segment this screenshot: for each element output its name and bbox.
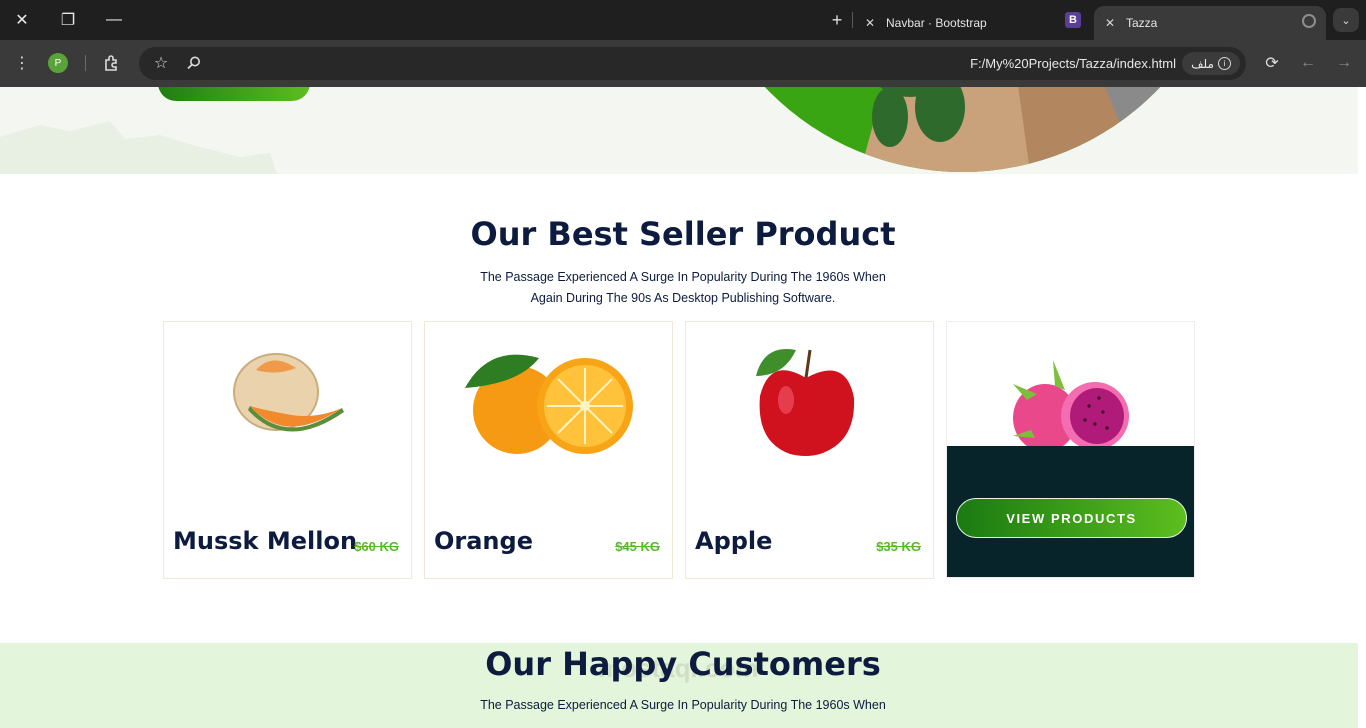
new-tab-button[interactable]: + bbox=[826, 8, 848, 32]
toolbar-divider bbox=[85, 55, 86, 71]
url-text[interactable]: F:/My%20Projects/Tazza/index.html bbox=[970, 56, 1176, 71]
hero-section bbox=[0, 87, 1358, 174]
close-tab-icon[interactable]: ✕ bbox=[862, 16, 878, 30]
tab-title: Navbar · Bootstrap bbox=[886, 16, 987, 30]
tab-title: Tazza bbox=[1126, 16, 1158, 30]
product-card-apple[interactable]: Apple $35 KG bbox=[685, 321, 934, 579]
product-price: $45 KG bbox=[615, 539, 660, 554]
view-products-card: VIEW PRODUCTS bbox=[946, 321, 1195, 578]
orange-image bbox=[465, 354, 633, 454]
hero-cta-button[interactable] bbox=[158, 87, 310, 101]
address-bar[interactable]: ☆ F:/My%20Projects/Tazza/index.html ملف … bbox=[139, 47, 1246, 80]
close-window-icon[interactable]: ✕ bbox=[8, 8, 36, 32]
info-icon: i bbox=[1217, 57, 1231, 70]
hero-image-circle bbox=[690, 87, 1235, 172]
shopper-with-grocery-bag-image bbox=[860, 87, 1230, 172]
best-seller-title: Our Best Seller Product bbox=[470, 215, 896, 253]
globe-icon bbox=[1302, 14, 1316, 28]
dragon-fruit-image bbox=[1013, 360, 1129, 448]
browser-toolbar: ⋮ P ☆ F:/My%20Projects/Tazza/index.html … bbox=[0, 40, 1366, 87]
tab-bar: ✕ ❐ — + ✕ Navbar · Bootstrap B ✕ Tazza ⌄ bbox=[0, 0, 1366, 40]
bootstrap-favicon-icon: B bbox=[1065, 12, 1081, 28]
apple-image bbox=[756, 349, 855, 456]
tab-navbar-bootstrap[interactable]: ✕ Navbar · Bootstrap bbox=[862, 6, 1094, 40]
tab-divider bbox=[852, 12, 853, 28]
reload-icon[interactable]: ⟳ bbox=[1260, 51, 1284, 75]
product-card-orange[interactable]: Orange $45 KG bbox=[424, 321, 673, 579]
product-name[interactable]: Mussk Mellon bbox=[173, 527, 357, 555]
best-seller-subtitle-line-2: Again During The 90s As Desktop Publishi… bbox=[530, 291, 836, 305]
back-arrow-icon[interactable]: ← bbox=[1296, 51, 1320, 75]
product-name[interactable]: Orange bbox=[434, 527, 533, 555]
site-info-chip[interactable]: ملف i bbox=[1182, 52, 1240, 75]
product-price: $35 KG bbox=[876, 539, 921, 554]
close-tab-icon[interactable]: ✕ bbox=[1102, 16, 1118, 30]
menu-dots-icon[interactable]: ⋮ bbox=[10, 51, 34, 75]
brush-stroke-decoration bbox=[0, 121, 277, 174]
bookmark-star-icon[interactable]: ☆ bbox=[149, 51, 173, 75]
profile-avatar[interactable]: P bbox=[48, 53, 68, 73]
extensions-puzzle-icon[interactable] bbox=[100, 51, 124, 75]
tab-tazza[interactable]: ✕ Tazza bbox=[1094, 6, 1326, 40]
view-products-button[interactable]: VIEW PRODUCTS bbox=[956, 498, 1187, 538]
minimize-window-icon[interactable]: — bbox=[100, 8, 128, 32]
melon-image bbox=[233, 353, 344, 432]
product-price: $60 KG bbox=[354, 539, 399, 554]
forward-arrow-icon[interactable]: → bbox=[1332, 51, 1356, 75]
product-name[interactable]: Apple bbox=[695, 527, 772, 555]
view-products-panel: VIEW PRODUCTS bbox=[947, 446, 1194, 577]
restore-window-icon[interactable]: ❐ bbox=[54, 8, 82, 32]
zoom-search-icon[interactable] bbox=[182, 51, 206, 75]
web-page: Our Best Seller Product The Passage Expe… bbox=[0, 87, 1366, 728]
happy-customers-title: Our Happy Customers bbox=[485, 645, 881, 683]
site-info-label: ملف bbox=[1191, 56, 1214, 71]
tab-search-chevron-icon[interactable]: ⌄ bbox=[1333, 8, 1359, 32]
product-card-melon[interactable]: Mussk Mellon $60 KG bbox=[163, 321, 412, 579]
happy-customers-subtitle-line-1: The Passage Experienced A Surge In Popul… bbox=[480, 698, 886, 712]
best-seller-subtitle-line-1: The Passage Experienced A Surge In Popul… bbox=[480, 270, 886, 284]
